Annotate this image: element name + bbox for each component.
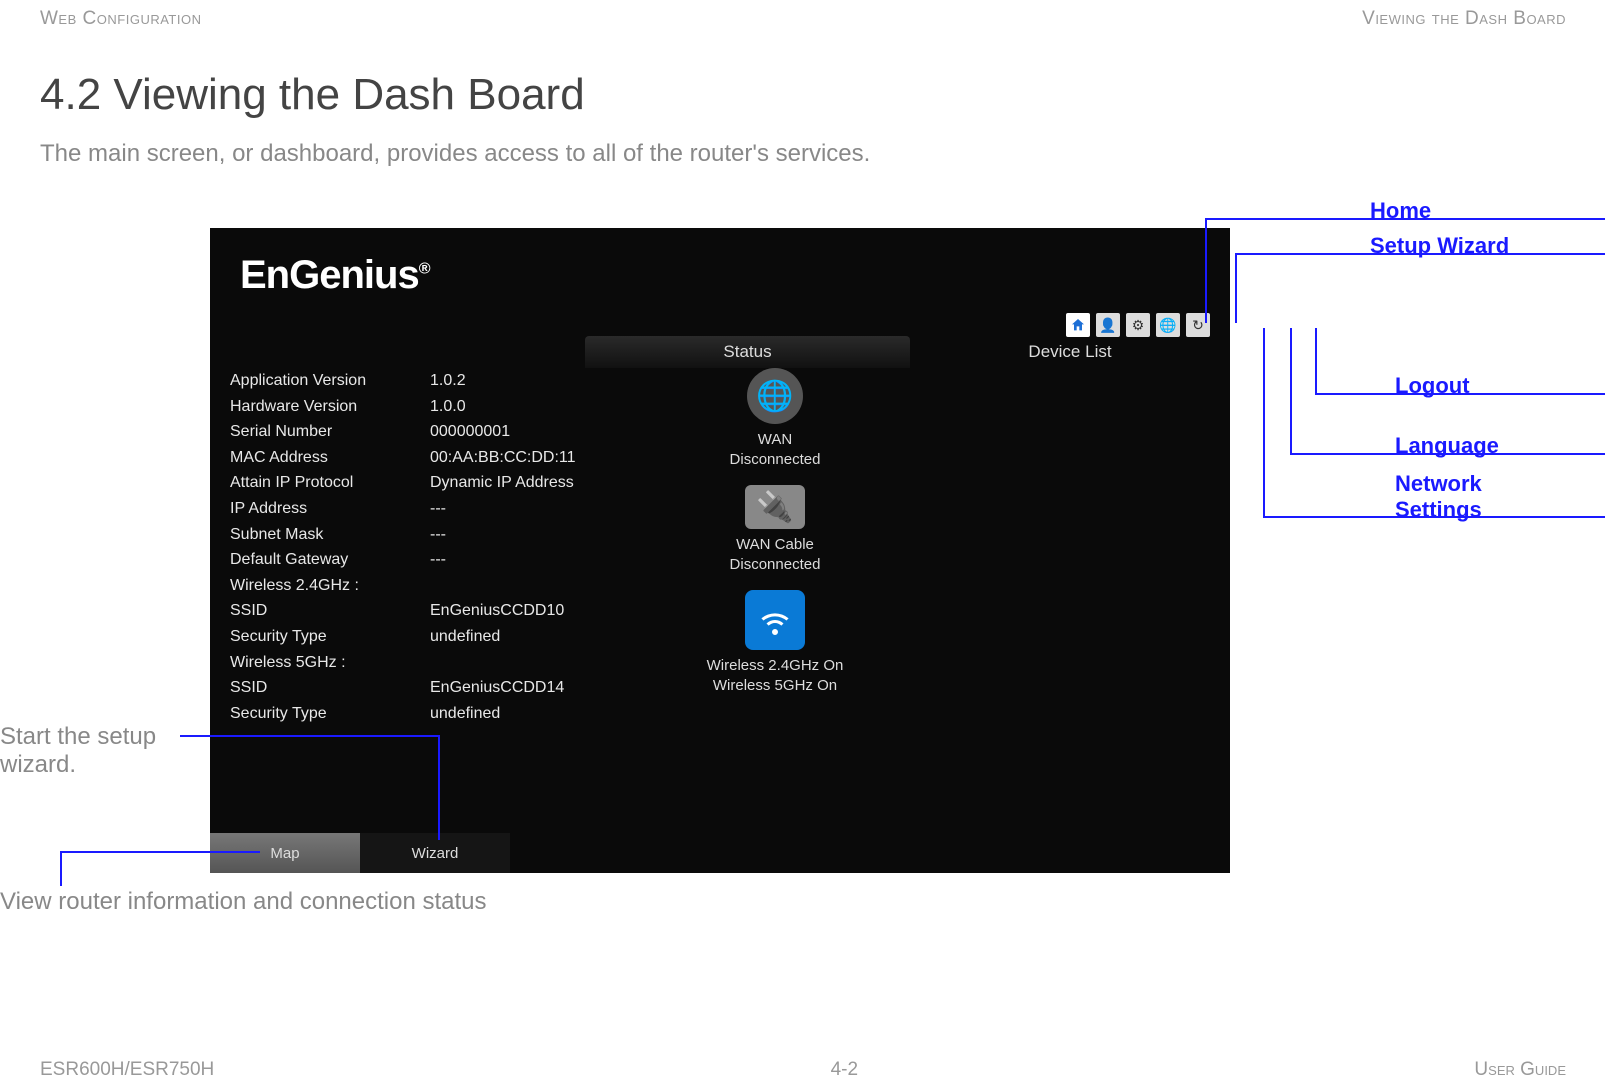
section-intro: The main screen, or dashboard, provides … (0, 140, 1606, 188)
brand-logo: EnGenius® (240, 253, 430, 298)
network-settings-icon[interactable]: ⚙ (1126, 313, 1150, 337)
status-wireless: Wireless 2.4GHz OnWireless 5GHz On (707, 590, 844, 695)
footer-model: ESR600H/ESR750H (40, 1059, 214, 1081)
setup-wizard-icon[interactable]: 👤 (1096, 313, 1120, 337)
header-right: Viewing the Dash Board (1362, 8, 1566, 30)
router-info-table: Application Version1.0.2 Hardware Versio… (230, 368, 610, 726)
cable-icon: 🔌 (745, 485, 805, 529)
status-wan-cable: 🔌 WAN CableDisconnected (730, 485, 821, 574)
status-wan: 🌐 WANDisconnected (730, 368, 821, 469)
desc-view-info: View router information and connection s… (0, 888, 487, 916)
section-title: 4.2 Viewing the Dash Board (0, 30, 1606, 140)
top-icon-row: 👤 ⚙ 🌐 ↻ (1066, 313, 1210, 337)
footer-page: 4-2 (831, 1059, 858, 1081)
callout-language: Language (1395, 433, 1499, 459)
header-left: Web Configuration (40, 8, 201, 30)
tab-wizard[interactable]: Wizard (360, 833, 510, 873)
footer-guide: User Guide (1474, 1059, 1566, 1081)
wifi-icon (745, 590, 805, 650)
desc-start-wizard: Start the setup wizard. (0, 723, 210, 779)
tab-map[interactable]: Map (210, 833, 360, 873)
status-column-header: Status (585, 336, 910, 368)
language-icon[interactable]: 🌐 (1156, 313, 1180, 337)
callout-setup-wizard: Setup Wizard (1370, 233, 1509, 259)
callout-home: Home (1370, 198, 1431, 224)
callout-logout: Logout (1395, 373, 1470, 399)
devicelist-column-header: Device List (910, 336, 1230, 368)
status-column: 🌐 WANDisconnected 🔌 WAN CableDisconnecte… (640, 368, 910, 695)
globe-icon: 🌐 (747, 368, 803, 424)
home-icon[interactable] (1066, 313, 1090, 337)
router-dashboard: EnGenius® 👤 ⚙ 🌐 ↻ Status Device List App… (210, 228, 1230, 873)
